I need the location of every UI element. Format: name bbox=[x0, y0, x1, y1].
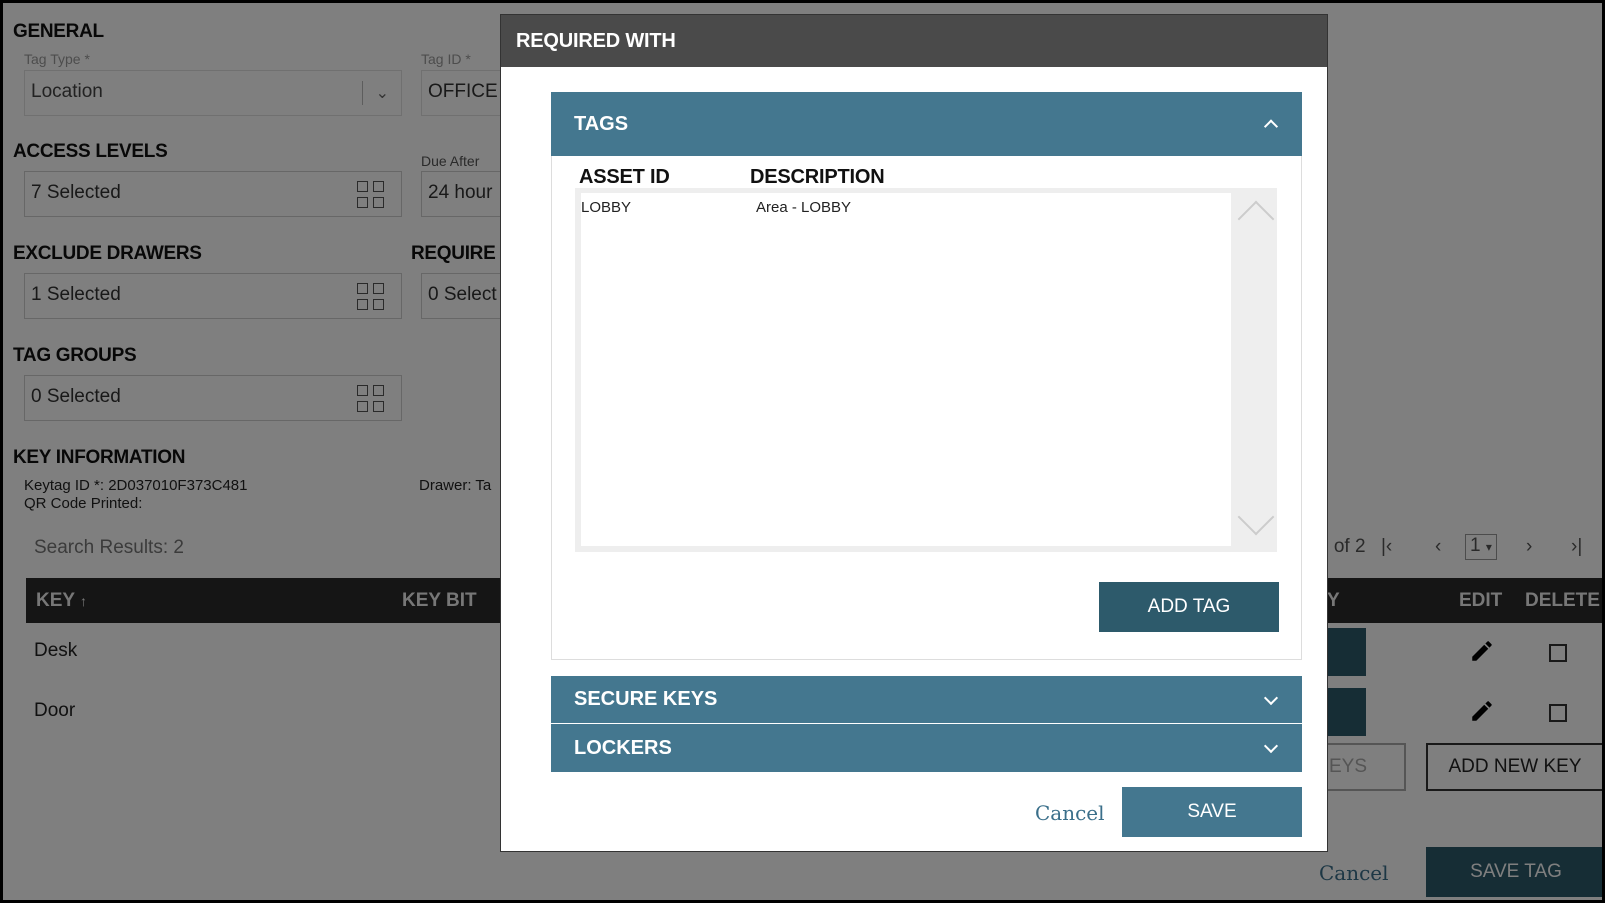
dialog-save-button[interactable]: SAVE bbox=[1122, 787, 1302, 837]
chevron-up-icon bbox=[1263, 119, 1279, 134]
tags-panel-header[interactable]: TAGS bbox=[551, 92, 1302, 156]
secure-keys-panel-title: SECURE KEYS bbox=[574, 688, 718, 710]
dialog-cancel-link[interactable]: Cancel bbox=[1035, 801, 1105, 825]
required-with-dialog: REQUIRED WITH TAGS ASSET ID DESCRIPTION … bbox=[500, 14, 1328, 852]
chevron-down-icon bbox=[1263, 690, 1279, 705]
add-tag-button[interactable]: ADD TAG bbox=[1099, 582, 1279, 632]
tags-panel-title: TAGS bbox=[574, 113, 629, 135]
lockers-panel-title: LOCKERS bbox=[574, 737, 672, 759]
chevron-down-icon bbox=[1263, 738, 1279, 754]
scroll-down-icon[interactable] bbox=[1237, 498, 1275, 536]
tags-list[interactable]: LOBBY Area - LOBBY bbox=[575, 188, 1277, 552]
tags-list-content: LOBBY Area - LOBBY bbox=[581, 193, 1231, 546]
app-frame: GENERAL Tag Type * Location ⌄ Tag ID * O… bbox=[0, 0, 1605, 903]
secure-keys-panel-header[interactable]: SECURE KEYS bbox=[551, 676, 1302, 723]
lockers-panel: LOCKERS bbox=[551, 724, 1302, 772]
tag-description: Area - LOBBY bbox=[756, 199, 852, 216]
scroll-up-icon[interactable] bbox=[1237, 200, 1275, 238]
tags-panel-body: ASSET ID DESCRIPTION LOBBY Area - LOBBY … bbox=[551, 156, 1302, 660]
description-column-header: DESCRIPTION bbox=[750, 166, 885, 188]
lockers-panel-header[interactable]: LOCKERS bbox=[551, 724, 1302, 772]
tags-panel: TAGS bbox=[551, 92, 1302, 156]
asset-id-column-header: ASSET ID bbox=[579, 166, 670, 188]
secure-keys-panel: SECURE KEYS bbox=[551, 676, 1302, 723]
tag-asset-id: LOBBY bbox=[581, 199, 632, 216]
dialog-title: REQUIRED WITH bbox=[501, 15, 1327, 67]
